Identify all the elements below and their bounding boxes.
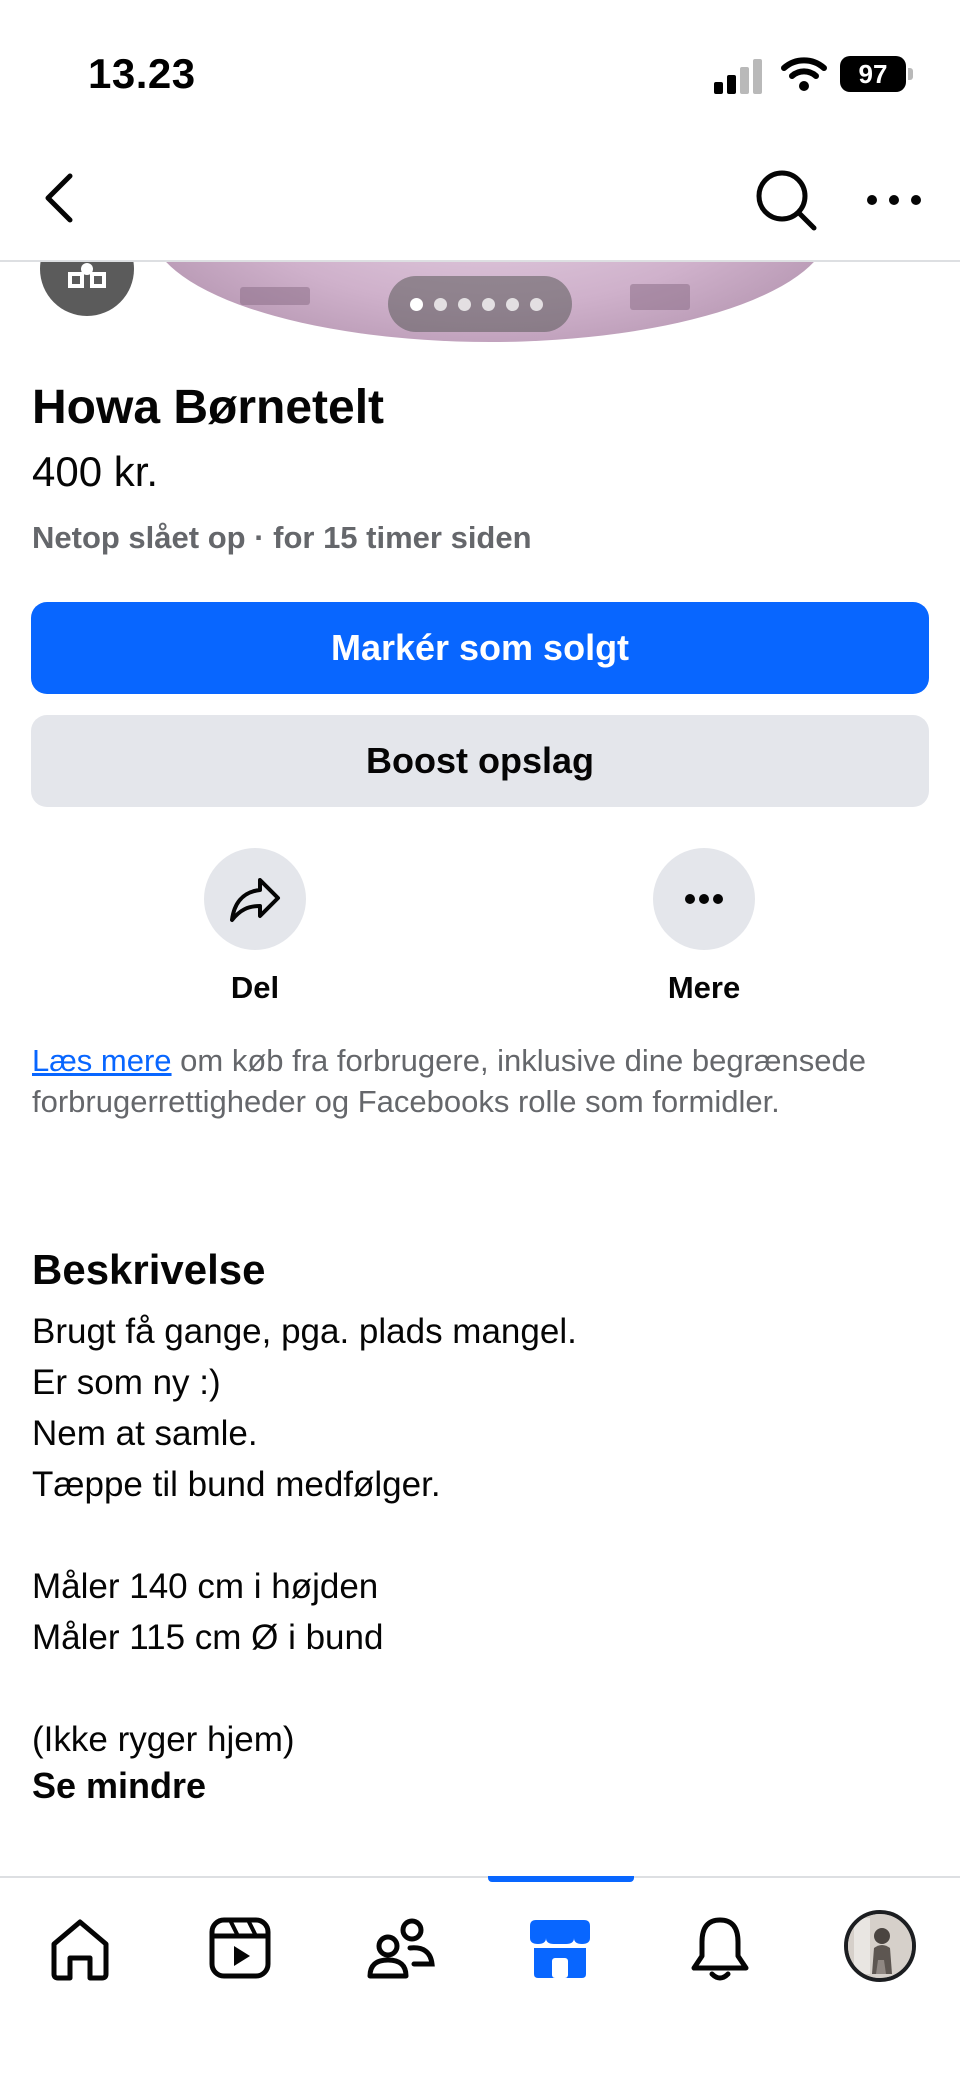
tab-marketplace[interactable] <box>520 1908 600 1988</box>
wifi-icon <box>781 57 827 91</box>
description-heading: Beskrivelse <box>32 1246 266 1293</box>
boost-listing-button[interactable]: Boost opslag <box>31 715 929 807</box>
description-line: Måler 140 cm i højden <box>32 1567 379 1606</box>
visual-search-lens-icon[interactable] <box>40 262 134 316</box>
active-tab-indicator <box>488 1876 634 1882</box>
status-bar: 13.23 97 <box>0 0 960 140</box>
marketplace-icon <box>530 1920 590 1978</box>
see-less-button[interactable]: Se mindre <box>32 1765 206 1807</box>
pager-dot <box>530 298 543 311</box>
listing-meta: Netop slået op · for 15 timer siden <box>32 520 532 555</box>
description-line: Tæppe til bund medfølger. <box>32 1465 441 1504</box>
listing-title: Howa Børnetelt <box>32 381 385 434</box>
battery-level: 97 <box>840 56 906 92</box>
mark-sold-button[interactable]: Markér som solgt <box>31 602 929 694</box>
consumer-info-text: Læs mere om køb fra forbrugere, inklusiv… <box>32 1040 912 1122</box>
more-button[interactable] <box>653 848 755 950</box>
pager-dot <box>506 298 519 311</box>
profile-avatar[interactable] <box>844 1910 916 1982</box>
chevron-left-icon[interactable] <box>30 166 94 230</box>
description-line: Nem at samle. <box>32 1414 258 1453</box>
pager-dot <box>434 298 447 311</box>
more-horizontal-icon[interactable] <box>862 176 926 224</box>
status-time: 13.23 <box>88 50 196 97</box>
search-icon[interactable] <box>750 164 822 236</box>
friends-icon <box>367 1918 435 1979</box>
share-label: Del <box>230 970 280 1005</box>
photo-detail <box>630 284 690 310</box>
tab-notifications[interactable] <box>680 1908 760 1988</box>
photo-detail <box>240 287 310 305</box>
description-line: (Ikke ryger hjem) <box>32 1720 295 1759</box>
share-button[interactable] <box>204 848 306 950</box>
notifications-icon <box>691 1917 749 1981</box>
photo-gallery[interactable] <box>0 262 960 342</box>
more-action[interactable]: Mere <box>594 848 814 1006</box>
description-line <box>32 1663 912 1714</box>
share-action[interactable]: Del <box>145 848 365 1006</box>
photo-pager-dots <box>388 276 572 332</box>
battery-indicator: 97 <box>840 56 913 92</box>
tab-home[interactable] <box>40 1908 120 1988</box>
tab-friends[interactable] <box>360 1908 440 1988</box>
tab-video[interactable] <box>200 1908 280 1988</box>
more-horizontal-icon <box>685 894 723 904</box>
pager-dot <box>410 298 423 311</box>
read-more-link[interactable]: Læs mere <box>32 1043 172 1078</box>
description-line: Måler 115 cm Ø i bund <box>32 1618 384 1657</box>
home-icon <box>51 1919 109 1981</box>
bottom-tab-bar <box>0 1876 960 2079</box>
video-icon <box>209 1917 271 1979</box>
nav-bar <box>0 140 960 262</box>
description-line: Brugt få gange, pga. plads mangel. <box>32 1312 577 1351</box>
cellular-signal-icon <box>714 59 762 94</box>
share-icon <box>230 878 280 922</box>
pager-dot <box>458 298 471 311</box>
more-label: Mere <box>667 970 741 1005</box>
description-line: Er som ny :) <box>32 1363 221 1402</box>
description-line <box>32 1510 912 1561</box>
description-body: Brugt få gange, pga. plads mangel. Er so… <box>32 1306 912 1765</box>
listing-price: 400 kr. <box>32 448 159 495</box>
battery-tip <box>908 68 913 80</box>
avatar-photo <box>848 1914 912 1978</box>
pager-dot <box>482 298 495 311</box>
